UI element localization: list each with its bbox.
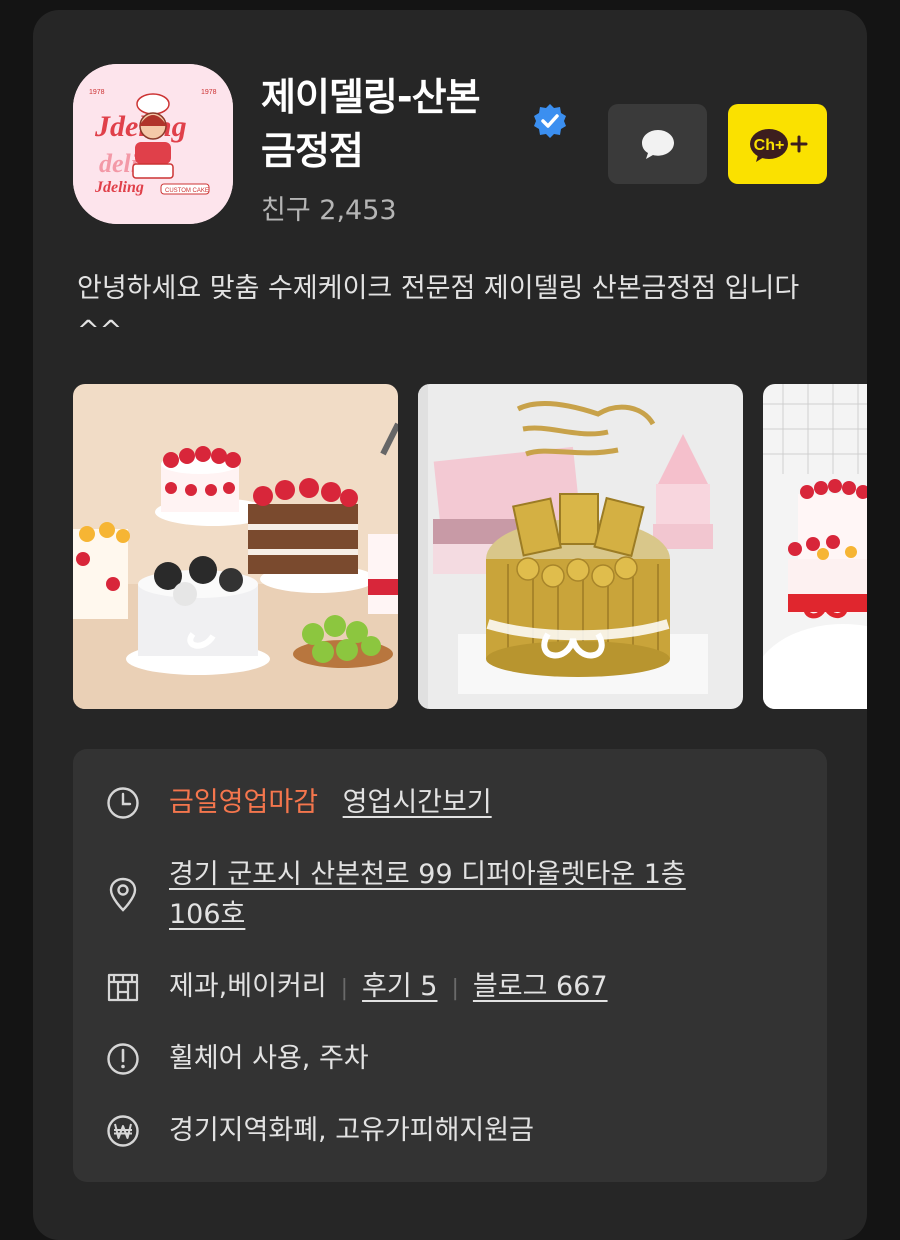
store-building-icon bbox=[107, 973, 139, 1002]
photo-thumbnail-3[interactable] bbox=[763, 384, 867, 709]
blog-link[interactable]: 블로그 667 bbox=[473, 971, 608, 1002]
channel-name: 제이델링-산본 금정점 bbox=[261, 75, 481, 173]
won-currency-icon bbox=[107, 1115, 139, 1147]
separator: | bbox=[340, 976, 349, 1001]
reviews-link[interactable]: 후기 5 bbox=[362, 971, 437, 1002]
svg-text:Ch+: Ch+ bbox=[753, 137, 784, 154]
speech-bubble-icon bbox=[641, 130, 674, 159]
address-link[interactable]: 경기 군포시 산본천로 99 디퍼아울렛타운 1층 106호 bbox=[169, 855, 789, 935]
hours-status: 금일영업마감 bbox=[169, 787, 319, 818]
channel-add-icon: Ch+ bbox=[749, 129, 807, 162]
facilities-text: 휠체어 사용, 주차 bbox=[169, 1043, 369, 1074]
channel-logo[interactable]: 1978 1978 Jdeling deling Jdeling CUSTOM … bbox=[73, 64, 233, 224]
separator: | bbox=[451, 976, 459, 1001]
svg-text:1978: 1978 bbox=[201, 89, 217, 96]
cake-photo-2 bbox=[418, 384, 743, 709]
clock-icon bbox=[107, 787, 139, 819]
svg-text:1978: 1978 bbox=[89, 89, 105, 96]
chat-button[interactable] bbox=[608, 104, 707, 184]
photo-thumbnail-1[interactable] bbox=[73, 384, 398, 709]
channel-description: 안녕하세요 맞춤 수제케이크 전문점 제이델링 산본금정점 입니다 ^^ bbox=[77, 273, 800, 346]
store-info-panel: 금일영업마감 영업시간보기 경기 군포시 산본천로 99 디퍼아울렛타운 1층 … bbox=[73, 749, 827, 1182]
hours-link[interactable]: 영업시간보기 bbox=[343, 787, 492, 818]
channel-add-button[interactable]: Ch+ bbox=[728, 104, 827, 184]
photo-thumbnail-2[interactable] bbox=[418, 384, 743, 709]
friends-count: 친구 2,453 bbox=[261, 195, 397, 226]
cake-photo-3 bbox=[763, 384, 867, 709]
logo-image: 1978 1978 Jdeling deling Jdeling CUSTOM … bbox=[73, 64, 233, 224]
location-pin-icon bbox=[109, 877, 137, 912]
verified-badge-icon bbox=[534, 104, 566, 138]
category-text: 제과,베이커리 bbox=[169, 971, 327, 1002]
info-exclamation-icon bbox=[107, 1043, 139, 1075]
channel-profile-card: 1978 1978 Jdeling deling Jdeling CUSTOM … bbox=[33, 10, 867, 1240]
svg-text:CUSTOM CAKE: CUSTOM CAKE bbox=[165, 188, 209, 194]
cake-photo-1 bbox=[73, 384, 398, 709]
svg-text:Jdeling: Jdeling bbox=[94, 179, 144, 196]
payment-text: 경기지역화폐, 고유가피해지원금 bbox=[169, 1115, 534, 1146]
